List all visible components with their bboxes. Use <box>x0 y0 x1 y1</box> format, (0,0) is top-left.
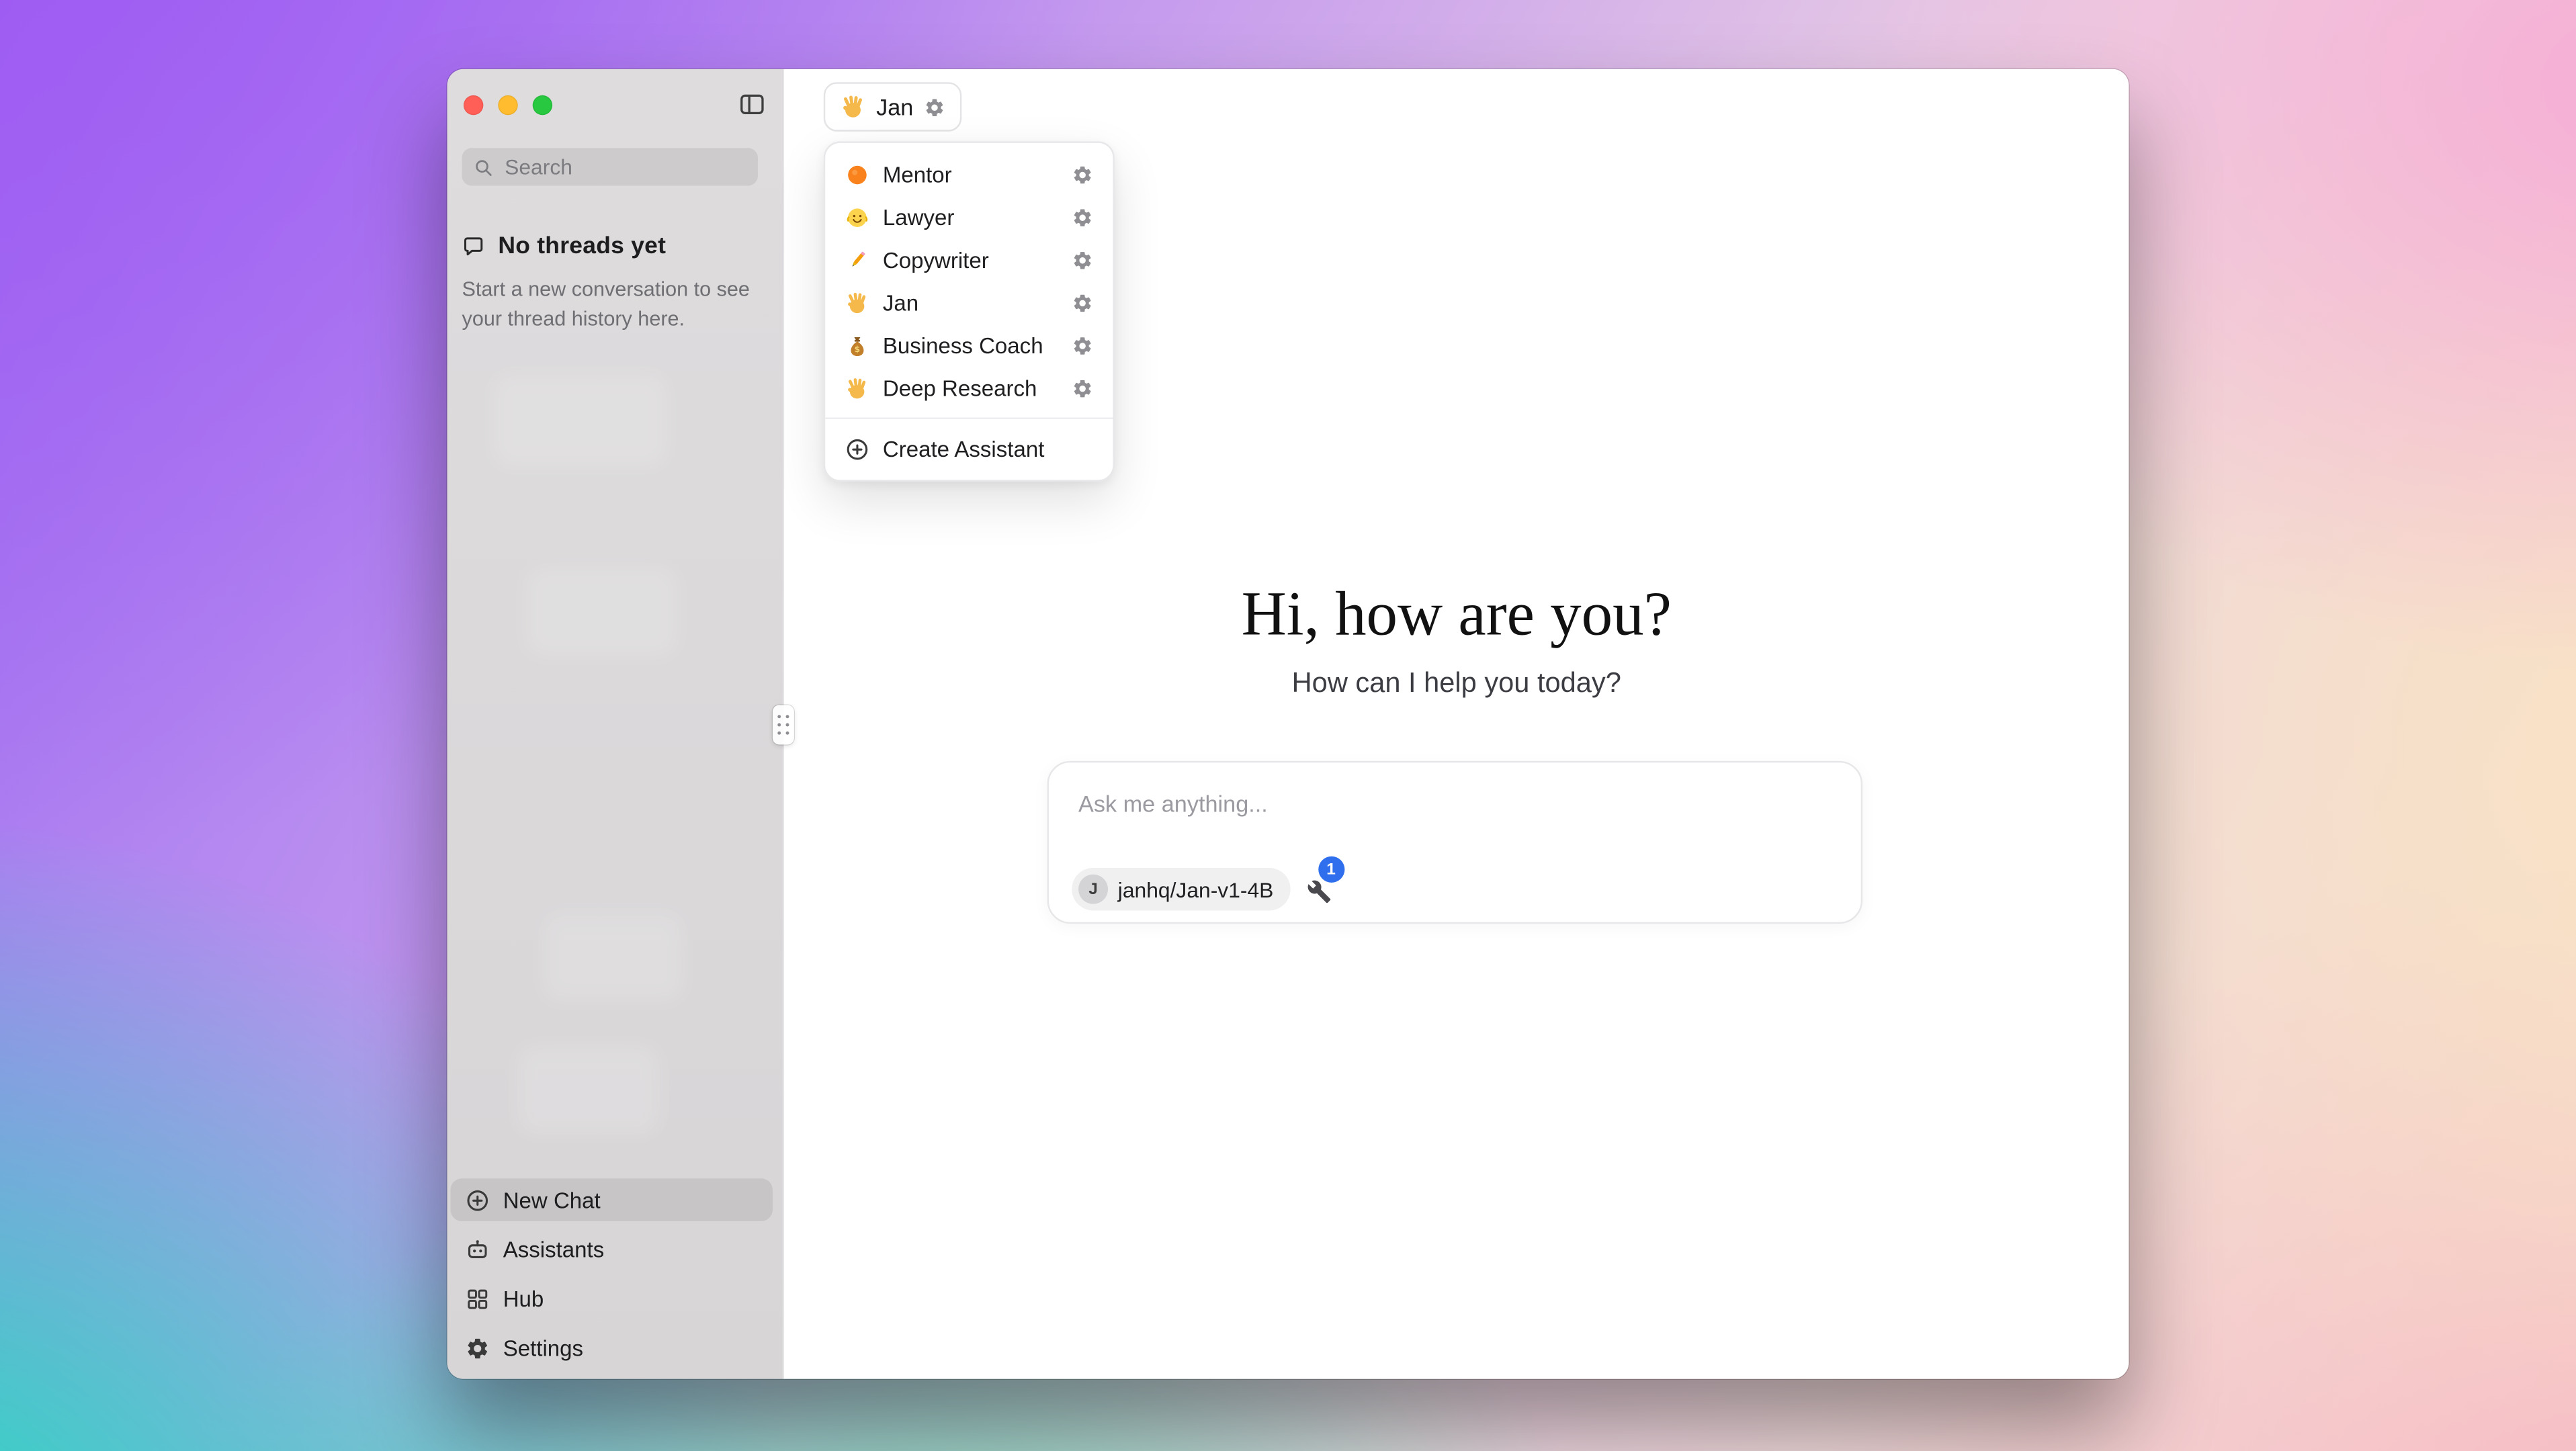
gear-icon[interactable] <box>1072 335 1093 356</box>
menu-item-label: Copywriter <box>883 247 989 272</box>
hugging-face-emoji-icon <box>845 205 870 230</box>
menu-item-label: Mentor <box>883 162 952 187</box>
close-button[interactable] <box>464 95 483 115</box>
sidebar-vibrancy-blob <box>526 567 677 656</box>
settings-gear-icon <box>465 1335 490 1360</box>
assistant-selector-button[interactable]: Jan <box>824 82 961 131</box>
sidebar-vibrancy-blob <box>518 1045 659 1134</box>
assistants-bot-icon <box>465 1237 490 1262</box>
chat-bubble-icon <box>462 235 485 258</box>
menu-item-label: Deep Research <box>883 376 1037 400</box>
gear-icon[interactable] <box>1072 206 1093 228</box>
window-controls <box>464 95 552 115</box>
minimize-button[interactable] <box>498 95 517 115</box>
gear-icon[interactable] <box>1072 163 1093 185</box>
menu-item-label: Lawyer <box>883 205 955 230</box>
sidebar-item-settings[interactable]: Settings <box>450 1326 773 1369</box>
chat-input[interactable] <box>1075 789 1834 818</box>
sidebar-item-assistants[interactable]: Assistants <box>450 1228 773 1271</box>
assistant-menu-item-copywriter[interactable]: Copywriter <box>825 238 1113 281</box>
menu-divider <box>825 417 1113 419</box>
gear-icon[interactable] <box>923 96 945 118</box>
jan-app-window: No threads yet Start a new conversation … <box>447 69 2129 1379</box>
assistant-menu-item-business-coach[interactable]: Business Coach <box>825 324 1113 367</box>
sidebar: No threads yet Start a new conversation … <box>447 69 783 1379</box>
hub-grid-icon <box>465 1286 490 1311</box>
screen: No threads yet Start a new conversation … <box>0 0 2576 1451</box>
assistant-menu-item-jan[interactable]: Jan <box>825 281 1113 324</box>
model-selector[interactable]: J janhq/Jan-v1-4B <box>1072 868 1290 911</box>
create-assistant-button[interactable]: Create Assistant <box>825 427 1113 470</box>
empty-state-description: Start a new conversation to see your thr… <box>462 275 768 334</box>
nav-label: Settings <box>503 1335 583 1360</box>
greeting: Hi, how are you? How can I help you toda… <box>784 575 2129 700</box>
assistant-dropdown-menu: Mentor Lawyer Copywriter Jan <box>824 141 1115 481</box>
plus-circle-icon <box>845 437 870 461</box>
search-input[interactable] <box>501 153 746 181</box>
waving-hand-emoji-icon <box>840 93 866 120</box>
model-avatar: J <box>1078 875 1108 904</box>
current-assistant-name: Jan <box>876 93 913 120</box>
gear-icon[interactable] <box>1072 249 1093 271</box>
tools-count-badge: 1 <box>1318 856 1344 883</box>
threads-empty-state: No threads yet Start a new conversation … <box>462 233 768 333</box>
wrench-icon <box>1306 879 1331 904</box>
composer-toolbar: J janhq/Jan-v1-4B 1 <box>1072 868 1342 911</box>
sidebar-item-hub[interactable]: Hub <box>450 1277 773 1320</box>
nav-label: Hub <box>503 1286 544 1311</box>
search-field[interactable] <box>462 148 758 185</box>
greeting-subtitle: How can I help you today? <box>784 667 2129 700</box>
assistant-menu-item-mentor[interactable]: Mentor <box>825 153 1113 196</box>
gear-icon[interactable] <box>1072 292 1093 313</box>
model-name: janhq/Jan-v1-4B <box>1118 877 1274 902</box>
create-assistant-label: Create Assistant <box>883 437 1045 461</box>
plus-circle-icon <box>465 1188 490 1213</box>
menu-item-label: Business Coach <box>883 333 1043 357</box>
zoom-button[interactable] <box>533 95 552 115</box>
orange-circle-emoji-icon <box>845 162 870 187</box>
sidebar-toggle-icon[interactable] <box>738 91 767 119</box>
pencil-emoji-icon <box>845 247 870 272</box>
chat-composer[interactable]: J janhq/Jan-v1-4B 1 <box>1047 761 1863 924</box>
greeting-title: Hi, how are you? <box>784 575 2129 654</box>
waving-hand-emoji-icon <box>845 376 870 400</box>
assistant-menu-item-deep-research[interactable]: Deep Research <box>825 367 1113 410</box>
assistant-menu-item-lawyer[interactable]: Lawyer <box>825 195 1113 238</box>
tools-button[interactable]: 1 <box>1303 869 1342 909</box>
sidebar-vibrancy-blob <box>542 912 683 1001</box>
sidebar-vibrancy-blob <box>493 375 667 467</box>
waving-hand-emoji-icon <box>845 290 870 315</box>
sidebar-item-new-chat[interactable]: New Chat <box>450 1178 773 1221</box>
nav-label: New Chat <box>503 1188 601 1213</box>
search-icon <box>474 157 493 177</box>
main-pane: Jan Mentor Lawyer Copywriter <box>783 69 2129 1379</box>
nav-label: Assistants <box>503 1237 605 1262</box>
gear-icon[interactable] <box>1072 378 1093 399</box>
sidebar-resize-handle[interactable] <box>773 705 794 745</box>
menu-item-label: Jan <box>883 290 918 315</box>
empty-state-title: No threads yet <box>498 233 666 259</box>
money-bag-emoji-icon <box>845 333 870 357</box>
